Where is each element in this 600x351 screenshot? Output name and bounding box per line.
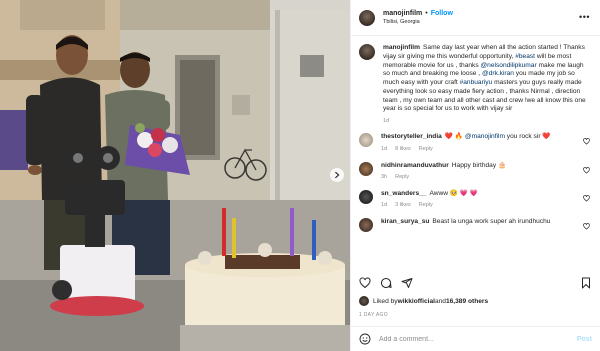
comments-list[interactable]: manojinfilm Same day last year when all t… — [351, 38, 600, 270]
comment-text: you rock sir ❤️ — [504, 133, 551, 141]
commenter-username[interactable]: nidhinramanduvathur — [381, 162, 449, 169]
comment-meta: 1d 3 likes Reply — [381, 202, 591, 209]
comment-meta: 1d 8 likes Reply — [381, 146, 591, 153]
likes-prefix: Liked by — [373, 297, 398, 305]
comment-text: Beast la unga work super ah irundhuchu — [432, 217, 551, 225]
reply-button[interactable]: Reply — [395, 174, 409, 181]
caption-time: 1d — [383, 118, 390, 125]
action-bar — [359, 276, 592, 290]
comment-time: 3h — [381, 174, 388, 181]
comment-body: sn_wanders__ Awww 🥺 💗 💗 1d 3 likes Reply — [381, 190, 591, 210]
post-date[interactable]: 1 DAY AGO — [359, 312, 388, 318]
comment-input[interactable] — [379, 335, 577, 343]
heart-icon[interactable] — [583, 138, 590, 146]
reply-button[interactable]: Reply — [419, 146, 433, 153]
commenter-avatar[interactable] — [359, 133, 373, 148]
post-header: manojinfilm • Follow Tbilisi, Georgia ••… — [351, 0, 600, 36]
post-location[interactable]: Tbilisi, Georgia — [383, 19, 453, 25]
emoji-icon[interactable] — [359, 333, 371, 345]
commenter-username[interactable]: sn_wanders__ — [381, 190, 426, 197]
heart-icon[interactable] — [583, 194, 590, 202]
reply-button[interactable]: Reply — [419, 202, 433, 209]
share-icon[interactable] — [401, 277, 413, 289]
next-photo-button[interactable] — [330, 168, 344, 182]
mention-link[interactable]: @nelsondilipkumar — [480, 62, 536, 69]
heart-icon[interactable] — [583, 166, 590, 174]
heart-icon[interactable] — [583, 222, 590, 230]
caption-username[interactable]: manojinfilm — [383, 44, 420, 51]
comment-body: thestoryteller_india ❤️ 🔥 @manojinfilm yo… — [381, 133, 591, 153]
caption-meta: 1d — [383, 118, 592, 125]
comment-time: 1d — [381, 202, 388, 209]
commenter-username[interactable]: kiran_surya_su — [381, 218, 429, 225]
mention-link[interactable]: @drk.kiran — [482, 70, 514, 77]
comment-likes[interactable]: 8 likes — [395, 146, 411, 153]
separator-dot: • — [425, 10, 428, 18]
comment-item: thestoryteller_india ❤️ 🔥 @manojinfilm yo… — [359, 133, 592, 153]
comment-icon[interactable] — [380, 277, 392, 289]
commenter-username[interactable]: thestoryteller_india — [381, 133, 442, 140]
comment-text: Awww 🥺 💗 💗 — [429, 189, 479, 197]
comment-text: Happy birthday 🎂 — [451, 161, 507, 169]
hashtag-link[interactable]: #anbuariyu — [460, 79, 493, 86]
comment-item: nidhinramanduvathur Happy birthday 🎂 3h R… — [359, 161, 592, 182]
add-comment-bar: Post — [351, 326, 600, 351]
commenter-avatar[interactable] — [359, 217, 373, 232]
post-photo[interactable] — [0, 0, 350, 351]
bookmark-icon[interactable] — [580, 277, 592, 289]
author-info: manojinfilm • Follow Tbilisi, Georgia — [383, 10, 453, 25]
mention-link[interactable]: @manojinfilm — [465, 133, 505, 140]
caption-body: manojinfilm Same day last year when all t… — [383, 44, 592, 125]
commenter-avatar[interactable] — [359, 189, 373, 204]
photo-illustration — [0, 0, 350, 351]
post-comment-button[interactable]: Post — [577, 336, 592, 343]
post-side-panel: manojinfilm • Follow Tbilisi, Georgia ••… — [350, 0, 600, 351]
likes-summary[interactable]: Liked by wikkiofficial and 16,389 others — [359, 296, 488, 306]
liker-username[interactable]: wikkiofficial — [398, 298, 435, 305]
comment-text: ❤️ 🔥 — [444, 133, 465, 141]
follow-button[interactable]: Follow — [431, 10, 453, 18]
likes-count[interactable]: 16,389 others — [446, 298, 488, 305]
caption-avatar[interactable] — [359, 44, 375, 60]
like-heart-icon[interactable] — [359, 277, 371, 289]
author-username[interactable]: manojinfilm — [383, 10, 422, 18]
more-icon[interactable]: ••• — [579, 12, 590, 22]
comment-likes[interactable]: 3 likes — [395, 202, 411, 209]
comment-meta: 3h Reply — [381, 174, 591, 181]
post-caption: manojinfilm Same day last year when all t… — [359, 44, 592, 125]
author-avatar[interactable] — [359, 9, 375, 26]
comment-item: sn_wanders__ Awww 🥺 💗 💗 1d 3 likes Reply — [359, 189, 592, 210]
comment-body: nidhinramanduvathur Happy birthday 🎂 3h R… — [381, 162, 591, 182]
comment-time: 1d — [381, 146, 388, 153]
chevron-right-icon — [335, 171, 340, 179]
likes-middle: and — [434, 297, 446, 305]
liker-avatar[interactable] — [359, 296, 369, 306]
comment-body: kiran_surya_su Beast la unga work super a… — [381, 218, 591, 232]
instagram-post: manojinfilm • Follow Tbilisi, Georgia ••… — [0, 0, 600, 351]
hashtag-link[interactable]: #beast — [515, 53, 535, 60]
comment-item: kiran_surya_su Beast la unga work super a… — [359, 217, 592, 232]
commenter-avatar[interactable] — [359, 161, 373, 176]
